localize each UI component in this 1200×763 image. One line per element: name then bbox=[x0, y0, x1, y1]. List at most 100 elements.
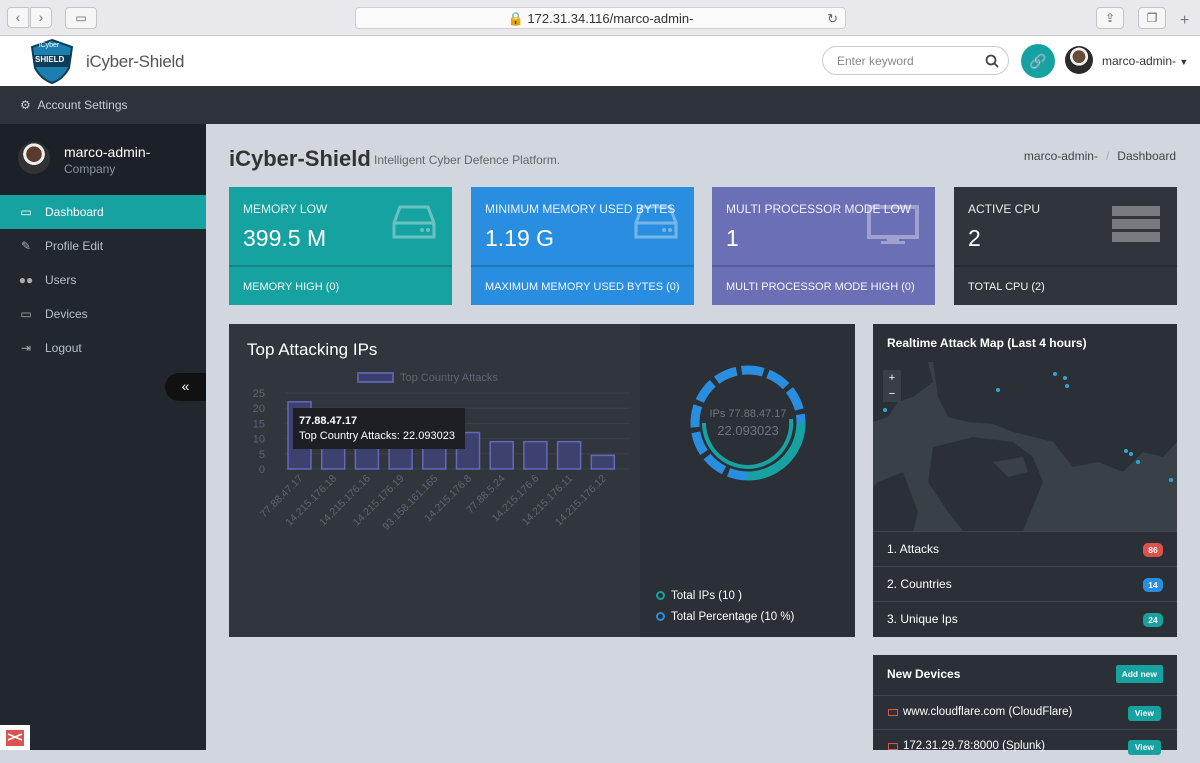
hard-drive-icon bbox=[392, 205, 436, 239]
world-map[interactable]: + − bbox=[873, 362, 1177, 531]
account-settings-bar[interactable]: ⚙ Account Settings bbox=[0, 86, 1200, 124]
logo-text-main: SHIELD bbox=[35, 55, 65, 64]
blue-dot-icon bbox=[656, 612, 665, 621]
link-icon[interactable]: 🔗 bbox=[1021, 44, 1055, 78]
sidebar-profile: marco-admin- Company bbox=[0, 124, 206, 195]
sidebar-item-logout[interactable]: ⇥ Logout bbox=[0, 331, 206, 365]
total-ips: Total IPs (10 ) bbox=[671, 590, 742, 602]
teal-dot-icon bbox=[656, 591, 665, 600]
collapse-sidebar-button[interactable]: « bbox=[165, 373, 206, 401]
bar[interactable] bbox=[523, 440, 548, 470]
count-badge: 24 bbox=[1143, 613, 1163, 627]
monitor-icon bbox=[888, 743, 898, 750]
account-settings-label: Account Settings bbox=[37, 98, 128, 112]
stat-label: ACTIVE CPU bbox=[968, 202, 1041, 216]
avatar[interactable] bbox=[1065, 46, 1093, 74]
view-button[interactable]: View bbox=[1127, 740, 1161, 755]
profile-avatar bbox=[18, 142, 50, 174]
stat-value: 399.5 M bbox=[243, 225, 327, 251]
desktop-icon bbox=[867, 205, 919, 244]
sidebar: marco-admin- Company ▭ Dashboard ✎ Profile… bbox=[0, 124, 206, 750]
world-map-shapes bbox=[873, 362, 1177, 531]
monitor-icon bbox=[888, 709, 898, 716]
sidebar-item-profile-edit[interactable]: ✎ Profile Edit bbox=[0, 229, 206, 263]
monitor-icon: ▭ bbox=[20, 205, 32, 219]
stat-value: 1 bbox=[726, 225, 739, 251]
gear-icon: ⚙ bbox=[20, 98, 31, 112]
stat-footer: TOTAL CPU (2) bbox=[954, 265, 1177, 305]
username: marco-admin- bbox=[1102, 54, 1177, 68]
device-name: 172.31.29.78:8000 (Splunk) bbox=[903, 740, 1045, 752]
count-badge: 86 bbox=[1143, 543, 1163, 557]
map-stat-label: 1. Attacks bbox=[887, 542, 940, 556]
new-tab-icon[interactable]: + bbox=[1180, 12, 1189, 30]
total-percentage: Total Percentage (10 %) bbox=[671, 611, 795, 623]
search-placeholder: Enter keyword bbox=[837, 54, 914, 68]
top-attacking-ips-panel: Top Attacking IPs Top Country Attacks 05… bbox=[229, 324, 855, 637]
add-new-button[interactable]: Add new bbox=[1115, 665, 1163, 683]
edit-icon: ✎ bbox=[20, 239, 32, 253]
brand-name: iCyber-Shield bbox=[86, 52, 185, 71]
breadcrumb-user[interactable]: marco-admin- bbox=[1024, 149, 1098, 163]
server-icon bbox=[1112, 206, 1160, 242]
stat-value: 2 bbox=[968, 225, 981, 251]
sidebar-item-label: Logout bbox=[45, 341, 82, 355]
donut-label: IPs 77.88.47.17 bbox=[709, 408, 786, 420]
search-icon[interactable] bbox=[985, 54, 999, 68]
map-stat-attacks[interactable]: 1. Attacks 86 bbox=[873, 531, 1177, 566]
tabs-icon[interactable]: ❐ bbox=[1138, 7, 1166, 29]
sidebar-item-label: Users bbox=[45, 273, 77, 287]
bar[interactable] bbox=[489, 440, 514, 470]
chart-tooltip: 77.88.47.17 Top Country Attacks: 22.0930… bbox=[293, 408, 465, 449]
y-tick-label: 15 bbox=[253, 418, 265, 430]
main-content: iCyber-Shield Intelligent Cyber Defence … bbox=[206, 124, 1200, 755]
bar[interactable] bbox=[556, 440, 582, 470]
stat-card-active-cpu: ACTIVE CPU 2 TOTAL CPU (2) bbox=[954, 187, 1177, 305]
stat-label: MEMORY LOW bbox=[243, 202, 328, 216]
hard-drive-icon bbox=[634, 205, 678, 239]
laptop-icon: ▭ bbox=[20, 307, 32, 321]
stat-footer: MEMORY HIGH (0) bbox=[229, 265, 452, 305]
bar[interactable] bbox=[590, 454, 616, 470]
donut-value: 22.093023 bbox=[717, 423, 778, 438]
new-devices-panel: New Devices Add new www.cloudflare.com (… bbox=[873, 655, 1177, 755]
address-bar[interactable]: 🔒 172.31.34.116/marco-admin- ↻ bbox=[355, 7, 846, 29]
sidebar-toggle-icon[interactable]: ▭ bbox=[65, 7, 97, 29]
user-menu[interactable]: marco-admin- ▼ bbox=[1102, 54, 1188, 68]
logout-icon: ⇥ bbox=[20, 341, 32, 355]
map-stat-label: 2. Countries bbox=[887, 577, 952, 591]
y-tick-label: 20 bbox=[253, 403, 265, 415]
profile-name: marco-admin- bbox=[64, 144, 151, 160]
tooltip-ip: 77.88.47.17 bbox=[299, 415, 358, 427]
profile-company: Company bbox=[64, 162, 116, 176]
zoom-in-button[interactable]: + bbox=[883, 370, 901, 386]
y-tick-label: 25 bbox=[253, 388, 265, 400]
page-subtitle: Intelligent Cyber Defence Platform. bbox=[374, 153, 561, 167]
y-tick-label: 5 bbox=[259, 449, 265, 461]
tooltip-text: Top Country Attacks: 22.093023 bbox=[299, 430, 455, 442]
back-icon[interactable]: ‹ bbox=[7, 7, 29, 28]
share-icon[interactable]: ⇪ bbox=[1096, 7, 1124, 29]
view-button[interactable]: View bbox=[1127, 706, 1161, 721]
zoom-out-button[interactable]: − bbox=[883, 386, 901, 402]
reload-icon[interactable]: ↻ bbox=[827, 8, 838, 29]
attack-summary: Total IPs (10 ) Total Percentage (10 %) bbox=[656, 586, 794, 628]
panel-title: Realtime Attack Map (Last 4 hours) bbox=[887, 336, 1087, 350]
sidebar-item-devices[interactable]: ▭ Devices bbox=[0, 297, 206, 331]
forward-icon[interactable]: › bbox=[30, 7, 52, 28]
y-tick-label: 10 bbox=[253, 434, 265, 446]
attack-map-panel: Realtime Attack Map (Last 4 hours) + − 1.… bbox=[873, 324, 1177, 637]
page-title: iCyber-Shield bbox=[229, 146, 371, 171]
sidebar-item-dashboard[interactable]: ▭ Dashboard bbox=[0, 195, 206, 229]
device-row: 172.31.29.78:8000 (Splunk) View bbox=[873, 729, 1177, 763]
stat-footer: MULTI PROCESSOR MODE HIGH (0) bbox=[712, 265, 935, 305]
sidebar-item-users[interactable]: ●● Users bbox=[0, 263, 206, 297]
top-header: iCyber SHIELD iCyber-Shield Enter keywor… bbox=[0, 36, 1200, 86]
sidebar-item-label: Devices bbox=[45, 307, 88, 321]
map-stat-unique-ips[interactable]: 3. Unique Ips 24 bbox=[873, 601, 1177, 636]
search-input[interactable]: Enter keyword bbox=[822, 46, 1009, 75]
stat-value: 1.19 G bbox=[485, 225, 555, 251]
map-stat-countries[interactable]: 2. Countries 14 bbox=[873, 566, 1177, 601]
logo-text-top: iCyber bbox=[39, 42, 60, 49]
bar-chart: 051015202577.88.47.1714.215.176.1814.215… bbox=[253, 388, 629, 533]
